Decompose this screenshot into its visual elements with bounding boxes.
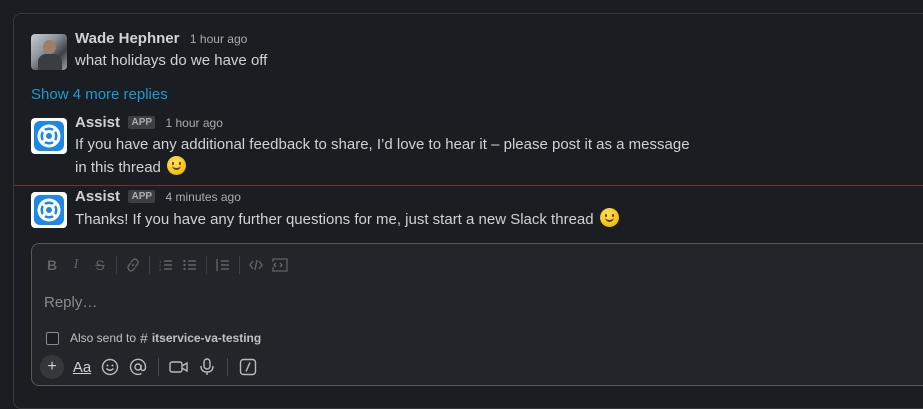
text-formatting-icon[interactable]: Aa (68, 355, 96, 379)
message-text: Thanks! If you have any further question… (75, 208, 875, 231)
video-icon[interactable] (165, 355, 193, 379)
also-send-option: Also send to # itservice-va-testing (46, 330, 261, 346)
mention-icon[interactable] (124, 355, 152, 379)
ordered-list-icon[interactable]: 123 (154, 254, 178, 276)
bulleted-list-icon[interactable] (178, 254, 202, 276)
also-send-checkbox[interactable] (46, 331, 59, 345)
plus-icon[interactable]: + (40, 355, 64, 379)
avatar[interactable] (31, 34, 67, 70)
show-more-replies-link[interactable]: Show 4 more replies (31, 86, 168, 103)
italic-icon[interactable]: I (64, 254, 88, 276)
timestamp[interactable]: 1 hour ago (190, 32, 247, 46)
message-text: If you have any additional feedback to s… (75, 134, 875, 179)
assist-logo-icon[interactable] (31, 192, 67, 228)
sender-name[interactable]: Wade Hephner (75, 30, 179, 47)
also-send-label: Also send to (70, 331, 137, 345)
app-badge: APP (128, 190, 156, 203)
new-messages-divider (14, 185, 923, 186)
aa-label: Aa (72, 358, 92, 376)
channel-name[interactable]: itservice-va-testing (152, 331, 261, 345)
composer-actions: + Aa (40, 354, 262, 380)
slightly-smiling-face-icon (599, 208, 619, 227)
microphone-icon[interactable] (193, 355, 221, 379)
code-block-icon[interactable] (268, 254, 292, 276)
message-text-line: If you have any additional feedback to s… (75, 136, 690, 153)
channel-hash: # (140, 330, 148, 346)
reply-composer: B I S 123 Also send to # itservice-va-te… (31, 243, 923, 386)
app-badge: APP (128, 116, 156, 129)
timestamp[interactable]: 1 hour ago (166, 116, 223, 130)
code-icon[interactable] (244, 254, 268, 276)
sender-name[interactable]: Assist (75, 188, 120, 205)
formatting-toolbar: B I S 123 (40, 254, 292, 276)
blockquote-icon[interactable] (211, 254, 235, 276)
timestamp[interactable]: 4 minutes ago (166, 190, 241, 204)
svg-text:3: 3 (159, 267, 162, 272)
link-icon[interactable] (121, 254, 145, 276)
slash-command-icon[interactable] (234, 355, 262, 379)
sender-name[interactable]: Assist (75, 114, 120, 131)
slightly-smiling-face-icon (167, 156, 187, 175)
assist-logo-icon[interactable] (31, 118, 67, 154)
emoji-icon[interactable] (96, 355, 124, 379)
message-text-line: in this thread (75, 159, 161, 176)
message-text-line: Thanks! If you have any further question… (75, 211, 594, 228)
strikethrough-icon[interactable]: S (88, 254, 112, 276)
bold-icon[interactable]: B (40, 254, 64, 276)
reply-input[interactable] (44, 294, 904, 311)
message-text: what holidays do we have off (75, 52, 268, 69)
